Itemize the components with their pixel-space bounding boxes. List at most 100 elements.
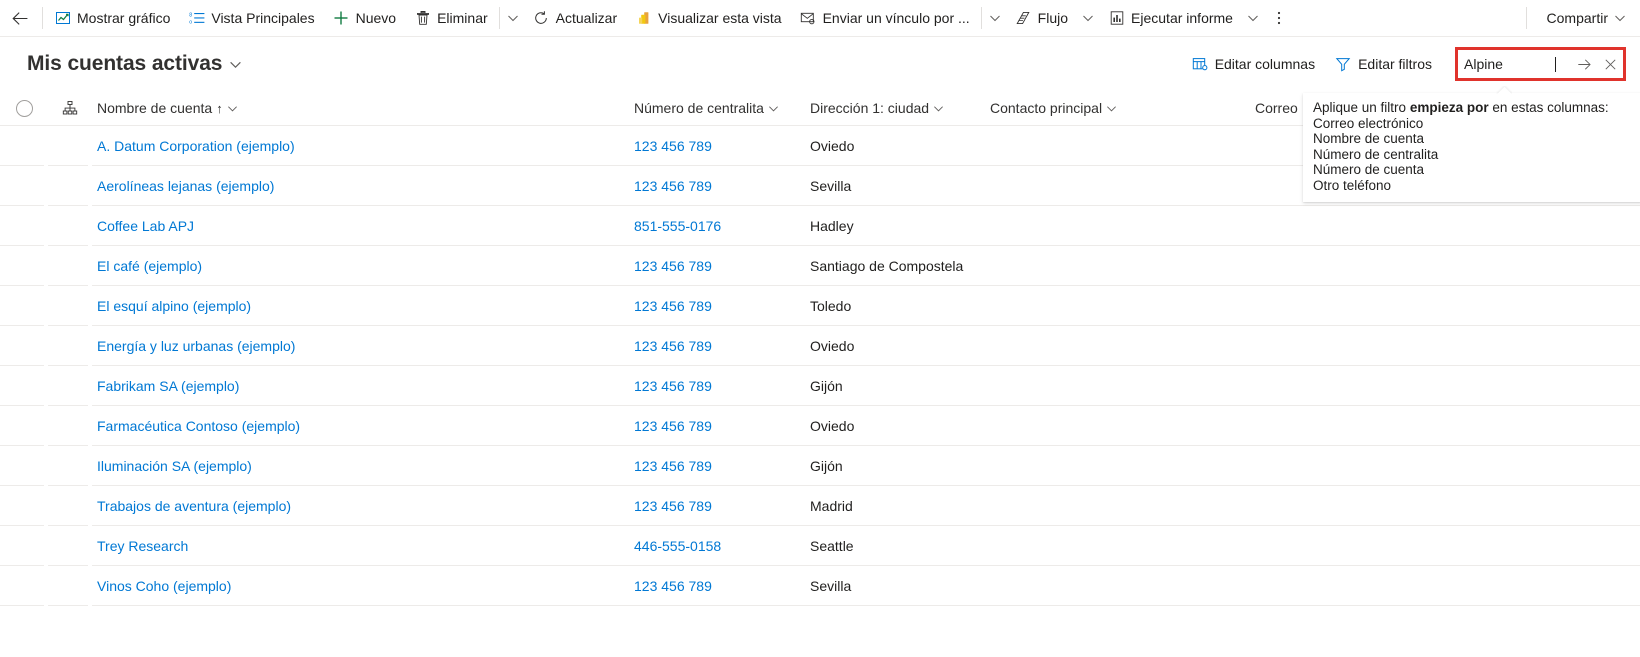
command-refresh[interactable]: Actualizar: [524, 0, 626, 36]
cell-account-name[interactable]: El esquí alpino (ejemplo): [92, 286, 634, 325]
main-phone-link[interactable]: 123 456 789: [634, 178, 712, 194]
cell-main-phone[interactable]: 123 456 789: [634, 486, 810, 525]
row-select-cell[interactable]: [0, 526, 48, 565]
command-bar-overflow-button[interactable]: [1264, 0, 1294, 36]
table-row[interactable]: Trabajos de aventura (ejemplo) 123 456 78…: [0, 486, 1640, 526]
row-select-cell[interactable]: [0, 366, 48, 405]
command-new[interactable]: Nuevo: [324, 0, 405, 36]
column-header-address-city[interactable]: Dirección 1: ciudad: [810, 91, 990, 125]
cell-account-name[interactable]: Trabajos de aventura (ejemplo): [92, 486, 634, 525]
row-hierarchy-cell[interactable]: [48, 366, 92, 405]
main-phone-link[interactable]: 123 456 789: [634, 458, 712, 474]
email-link-dropdown-caret[interactable]: [984, 0, 1006, 36]
command-focused-view[interactable]: 8 o Vista Principales: [179, 0, 323, 36]
account-name-link[interactable]: Fabrikam SA (ejemplo): [97, 378, 239, 394]
search-input[interactable]: [1464, 56, 1556, 72]
account-name-link[interactable]: Aerolíneas lejanas (ejemplo): [97, 178, 274, 194]
cell-main-phone[interactable]: 123 456 789: [634, 406, 810, 445]
cell-account-name[interactable]: Aerolíneas lejanas (ejemplo): [92, 166, 634, 205]
row-hierarchy-cell[interactable]: [48, 526, 92, 565]
account-name-link[interactable]: El café (ejemplo): [97, 258, 202, 274]
table-row[interactable]: El café (ejemplo) 123 456 789 Santiago de …: [0, 246, 1640, 286]
row-hierarchy-cell[interactable]: [48, 486, 92, 525]
command-email-a-link[interactable]: Enviar un vínculo por ...: [791, 0, 979, 36]
account-name-link[interactable]: Energía y luz urbanas (ejemplo): [97, 338, 295, 354]
delete-dropdown-caret[interactable]: [502, 0, 524, 36]
table-row[interactable]: Trey Research 446-555-0158 Seattle: [0, 526, 1640, 566]
column-header-account-name[interactable]: Nombre de cuenta ↑: [92, 91, 634, 125]
account-name-link[interactable]: Vinos Coho (ejemplo): [97, 578, 231, 594]
main-phone-link[interactable]: 123 456 789: [634, 298, 712, 314]
main-phone-link[interactable]: 851-555-0176: [634, 218, 721, 234]
cell-account-name[interactable]: A. Datum Corporation (ejemplo): [92, 126, 634, 165]
row-select-cell[interactable]: [0, 206, 48, 245]
account-name-link[interactable]: A. Datum Corporation (ejemplo): [97, 138, 295, 154]
row-hierarchy-cell[interactable]: [48, 166, 92, 205]
select-all-header[interactable]: [0, 91, 48, 125]
cell-main-phone[interactable]: 851-555-0176: [634, 206, 810, 245]
command-flow[interactable]: Flujo: [1006, 0, 1077, 36]
account-name-link[interactable]: Iluminación SA (ejemplo): [97, 458, 252, 474]
cell-account-name[interactable]: Iluminación SA (ejemplo): [92, 446, 634, 485]
cell-main-phone[interactable]: 123 456 789: [634, 566, 810, 605]
main-phone-link[interactable]: 123 456 789: [634, 418, 712, 434]
cell-main-phone[interactable]: 123 456 789: [634, 246, 810, 285]
cell-main-phone[interactable]: 123 456 789: [634, 286, 810, 325]
account-name-link[interactable]: El esquí alpino (ejemplo): [97, 298, 251, 314]
cell-main-phone[interactable]: 123 456 789: [634, 166, 810, 205]
main-phone-link[interactable]: 123 456 789: [634, 258, 712, 274]
row-select-cell[interactable]: [0, 406, 48, 445]
account-name-link[interactable]: Farmacéutica Contoso (ejemplo): [97, 418, 300, 434]
row-select-cell[interactable]: [0, 166, 48, 205]
cell-main-phone[interactable]: 446-555-0158: [634, 526, 810, 565]
command-show-chart[interactable]: Mostrar gráfico: [45, 0, 179, 36]
quick-find-search-box[interactable]: [1455, 47, 1626, 81]
row-hierarchy-cell[interactable]: [48, 206, 92, 245]
main-phone-link[interactable]: 123 456 789: [634, 378, 712, 394]
main-phone-link[interactable]: 123 456 789: [634, 498, 712, 514]
row-hierarchy-cell[interactable]: [48, 286, 92, 325]
main-phone-link[interactable]: 123 456 789: [634, 138, 712, 154]
table-row[interactable]: Farmacéutica Contoso (ejemplo) 123 456 78…: [0, 406, 1640, 446]
column-header-main-phone[interactable]: Número de centralita: [634, 91, 810, 125]
cell-account-name[interactable]: Energía y luz urbanas (ejemplo): [92, 326, 634, 365]
row-hierarchy-cell[interactable]: [48, 446, 92, 485]
table-row[interactable]: Energía y luz urbanas (ejemplo) 123 456 7…: [0, 326, 1640, 366]
row-select-cell[interactable]: [0, 286, 48, 325]
cell-main-phone[interactable]: 123 456 789: [634, 446, 810, 485]
cell-main-phone[interactable]: 123 456 789: [634, 366, 810, 405]
cell-account-name[interactable]: Coffee Lab APJ: [92, 206, 634, 245]
account-name-link[interactable]: Trabajos de aventura (ejemplo): [97, 498, 291, 514]
cell-account-name[interactable]: El café (ejemplo): [92, 246, 634, 285]
table-row[interactable]: El esquí alpino (ejemplo) 123 456 789 Tole…: [0, 286, 1640, 326]
cell-account-name[interactable]: Fabrikam SA (ejemplo): [92, 366, 634, 405]
share-button[interactable]: Compartir: [1535, 0, 1640, 36]
cell-main-phone[interactable]: 123 456 789: [634, 126, 810, 165]
table-row[interactable]: Fabrikam SA (ejemplo) 123 456 789 Gijón: [0, 366, 1640, 406]
flow-dropdown-caret[interactable]: [1077, 0, 1099, 36]
row-select-cell[interactable]: [0, 246, 48, 285]
hierarchy-header[interactable]: [48, 91, 92, 125]
main-phone-link[interactable]: 446-555-0158: [634, 538, 721, 554]
account-name-link[interactable]: Trey Research: [97, 538, 188, 554]
search-submit-button[interactable]: [1571, 50, 1597, 78]
row-hierarchy-cell[interactable]: [48, 566, 92, 605]
row-hierarchy-cell[interactable]: [48, 126, 92, 165]
cell-account-name[interactable]: Vinos Coho (ejemplo): [92, 566, 634, 605]
edit-filters-button[interactable]: Editar filtros: [1325, 48, 1442, 80]
row-hierarchy-cell[interactable]: [48, 326, 92, 365]
main-phone-link[interactable]: 123 456 789: [634, 338, 712, 354]
search-clear-button[interactable]: [1597, 50, 1623, 78]
account-name-link[interactable]: Coffee Lab APJ: [97, 218, 194, 234]
edit-columns-button[interactable]: Editar columnas: [1182, 48, 1325, 80]
run-report-dropdown-caret[interactable]: [1242, 0, 1264, 36]
back-button[interactable]: [0, 0, 40, 36]
row-select-cell[interactable]: [0, 326, 48, 365]
main-phone-link[interactable]: 123 456 789: [634, 578, 712, 594]
row-select-cell[interactable]: [0, 446, 48, 485]
table-row[interactable]: Vinos Coho (ejemplo) 123 456 789 Sevilla: [0, 566, 1640, 606]
command-run-report[interactable]: Ejecutar informe: [1099, 0, 1242, 36]
table-row[interactable]: Coffee Lab APJ 851-555-0176 Hadley: [0, 206, 1640, 246]
view-selector[interactable]: Mis cuentas activas: [27, 52, 242, 76]
row-hierarchy-cell[interactable]: [48, 406, 92, 445]
